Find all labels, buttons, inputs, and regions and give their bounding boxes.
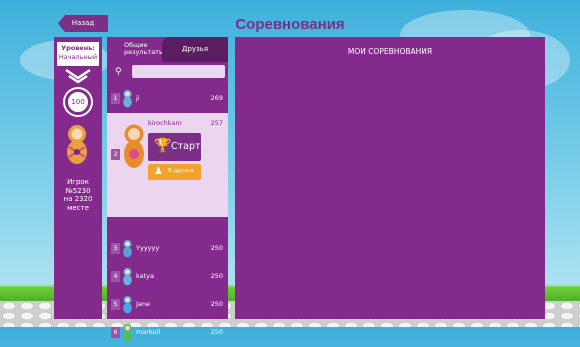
rank-number: 1 <box>111 93 120 104</box>
start-label: Старт <box>171 141 201 152</box>
matryoshka-icon <box>67 125 87 164</box>
leaderboard-panel: Общие результаты Друзья ⚲ 1 ji 269 2 kir… <box>107 37 228 342</box>
highlighted-row[interactable]: 2 kirochkam 257 🏆 Старт ♟ В друзья <box>107 113 228 217</box>
list-item[interactable]: 5 Jane 250 <box>107 291 228 319</box>
player-score: 269 <box>210 94 223 102</box>
doll-avatar-icon <box>123 296 132 314</box>
add-user-icon: ♟ <box>154 166 163 177</box>
player-sidebar: Уровень: Начальный 100 Игрок №5230 на 23… <box>54 37 102 319</box>
list-item[interactable]: 3 Yyyyyy 250 <box>107 235 228 263</box>
player-name: kirochkam <box>148 119 182 127</box>
player-score: 257 <box>210 119 223 127</box>
start-button[interactable]: 🏆 Старт <box>148 133 201 161</box>
player-name: Yyyyyy <box>136 244 160 252</box>
panel-title: МОИ СОРЕВНОВАНИЯ <box>347 47 433 56</box>
rank-number: 6 <box>111 327 120 338</box>
search-icon: ⚲ <box>115 67 122 77</box>
player-name: ji <box>136 94 140 102</box>
player-name: katya <box>136 272 155 280</box>
score-badge: 100 <box>65 89 91 115</box>
player-score: 250 <box>210 244 223 252</box>
doll-avatar-icon <box>124 124 144 168</box>
player-score: 250 <box>210 300 223 308</box>
trophy-icon: 🏆 <box>154 138 172 154</box>
tab-general-results[interactable]: Общие результаты <box>107 37 164 62</box>
doll-avatar-icon <box>123 324 132 342</box>
rank-chevron-icon <box>65 68 91 84</box>
list-item[interactable]: 1 ji 269 <box>107 85 228 113</box>
search-input[interactable] <box>132 65 225 78</box>
player-score: 250 <box>210 272 223 280</box>
add-friend-button[interactable]: ♟ В друзья <box>148 164 201 180</box>
rank-number: 4 <box>111 271 120 282</box>
level-label: Уровень: <box>61 44 95 52</box>
list-item[interactable]: 4 katya 250 <box>107 263 228 291</box>
rank-number: 3 <box>111 243 120 254</box>
top-bar: Назад Соревнования <box>0 10 580 33</box>
player-name: Jane <box>136 300 151 308</box>
player-rank-text: Игрок №5230 на 2320 месте <box>63 178 93 212</box>
doll-avatar-icon <box>123 240 132 258</box>
level-box: Уровень: Начальный <box>57 42 99 66</box>
doll-avatar-icon <box>123 268 132 286</box>
my-competitions-panel: МОИ СОРЕВНОВАНИЯ <box>235 37 545 319</box>
rank-number: 2 <box>111 149 120 160</box>
tabs: Общие результаты Друзья <box>107 37 228 62</box>
level-value: Начальный <box>58 53 98 61</box>
list-item[interactable]: 6 markull 250 <box>107 319 228 347</box>
add-friend-label: В друзья <box>168 168 194 174</box>
rank-number: 5 <box>111 299 120 310</box>
tab-friends[interactable]: Друзья <box>162 37 228 62</box>
player-name: markull <box>136 328 161 336</box>
doll-avatar-icon <box>123 90 132 108</box>
player-score: 250 <box>210 328 223 336</box>
page-title: Соревнования <box>235 16 345 33</box>
